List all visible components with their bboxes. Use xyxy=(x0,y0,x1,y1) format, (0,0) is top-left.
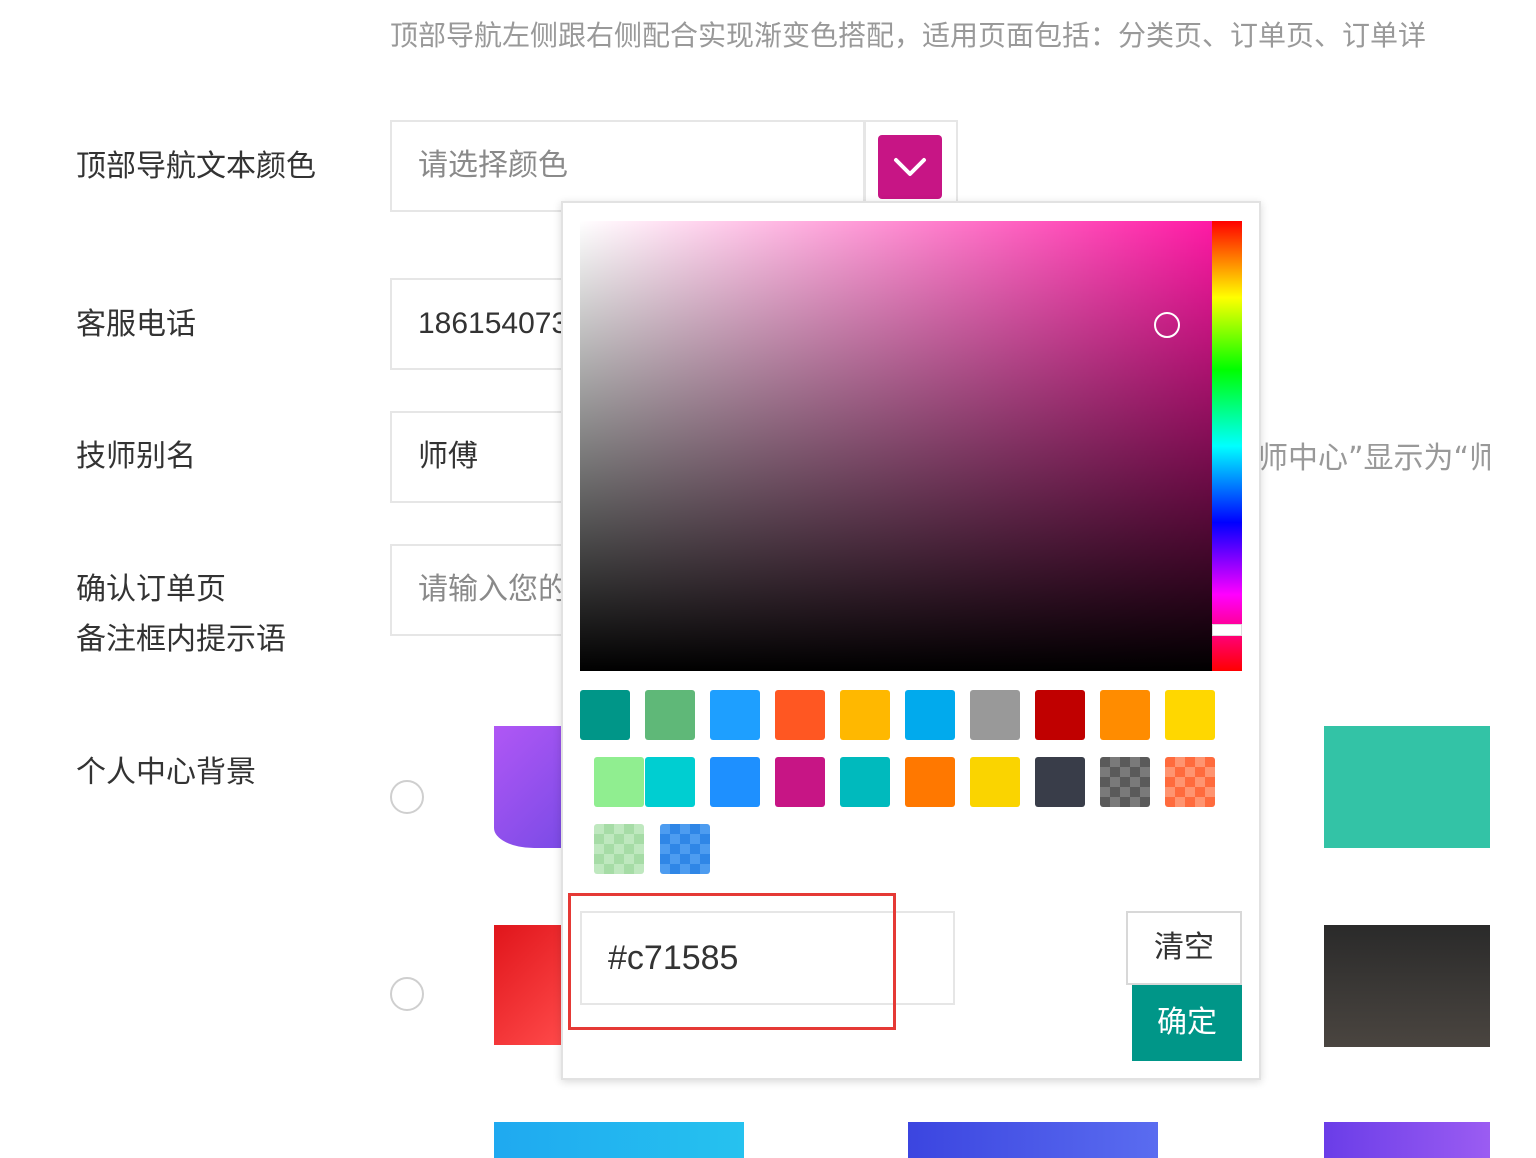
profile-bg-thumb-dark[interactable] xyxy=(1324,925,1490,1047)
color-swatch[interactable] xyxy=(775,757,825,807)
profile-bg-thumb-purple[interactable] xyxy=(494,726,564,848)
color-swatch[interactable] xyxy=(1100,690,1150,740)
color-swatch[interactable] xyxy=(775,690,825,740)
service-phone-label: 客服电话 xyxy=(76,307,196,342)
color-swatch[interactable] xyxy=(840,757,890,807)
color-swatch[interactable] xyxy=(710,757,760,807)
order-note-input[interactable]: 请输入您的 xyxy=(390,544,590,636)
color-swatch[interactable] xyxy=(840,690,890,740)
service-phone-input[interactable]: 186154073 xyxy=(390,278,590,370)
technician-alias-label: 技师别名 xyxy=(76,439,196,474)
order-note-label-line2: 备注框内提示语 xyxy=(76,622,286,657)
nav-text-color-label: 顶部导航文本颜色 xyxy=(76,149,316,184)
color-swatch[interactable] xyxy=(1100,757,1150,807)
hue-slider-handle[interactable] xyxy=(1212,624,1242,636)
color-swatch[interactable] xyxy=(1035,690,1085,740)
color-swatch[interactable] xyxy=(905,757,955,807)
clear-button[interactable]: 清空 xyxy=(1126,911,1242,985)
color-swatch[interactable] xyxy=(905,690,955,740)
confirm-button[interactable]: 确定 xyxy=(1132,985,1242,1061)
color-swatch[interactable] xyxy=(970,690,1020,740)
color-swatch[interactable] xyxy=(970,757,1020,807)
chevron-down-icon xyxy=(894,158,926,176)
profile-bg-radio-2[interactable] xyxy=(390,977,424,1011)
color-swatch[interactable] xyxy=(594,824,644,874)
nav-text-color-input[interactable]: 请选择颜色 xyxy=(390,120,865,212)
color-swatch[interactable] xyxy=(710,690,760,740)
color-swatch[interactable] xyxy=(1165,757,1215,807)
color-swatch[interactable] xyxy=(645,690,695,740)
hue-slider[interactable] xyxy=(1212,221,1242,671)
color-swatch[interactable] xyxy=(660,824,710,874)
profile-bg-thumb-red[interactable] xyxy=(494,925,564,1045)
technician-alias-note: 师中心”显示为“师傅 xyxy=(1258,441,1490,476)
gradient-hint-text: 顶部导航左侧跟右侧配合实现渐变色搭配，适用页面包括：分类页、订单页、订单详 xyxy=(390,19,1427,52)
hex-input-highlight-box xyxy=(568,893,896,1030)
color-swatch[interactable] xyxy=(1165,690,1215,740)
color-swatch[interactable] xyxy=(580,690,630,740)
saturation-value-area[interactable] xyxy=(580,221,1212,671)
profile-bg-thumb-violet[interactable] xyxy=(1324,1122,1490,1158)
profile-bg-thumb-teal[interactable] xyxy=(1324,726,1490,848)
profile-bg-thumb-indigo[interactable] xyxy=(908,1122,1158,1158)
color-dropdown-button[interactable] xyxy=(878,135,942,199)
color-swatch[interactable] xyxy=(1035,757,1085,807)
profile-bg-radio-1[interactable] xyxy=(390,780,424,814)
color-swatch[interactable] xyxy=(594,757,644,807)
profile-bg-label: 个人中心背景 xyxy=(76,755,256,790)
saturation-cursor[interactable] xyxy=(1154,312,1180,338)
technician-alias-input[interactable]: 师傅 xyxy=(390,411,590,503)
order-note-label-line1: 确认订单页 xyxy=(76,572,226,607)
color-swatch[interactable] xyxy=(645,757,695,807)
profile-bg-thumb-blue[interactable] xyxy=(494,1122,744,1158)
